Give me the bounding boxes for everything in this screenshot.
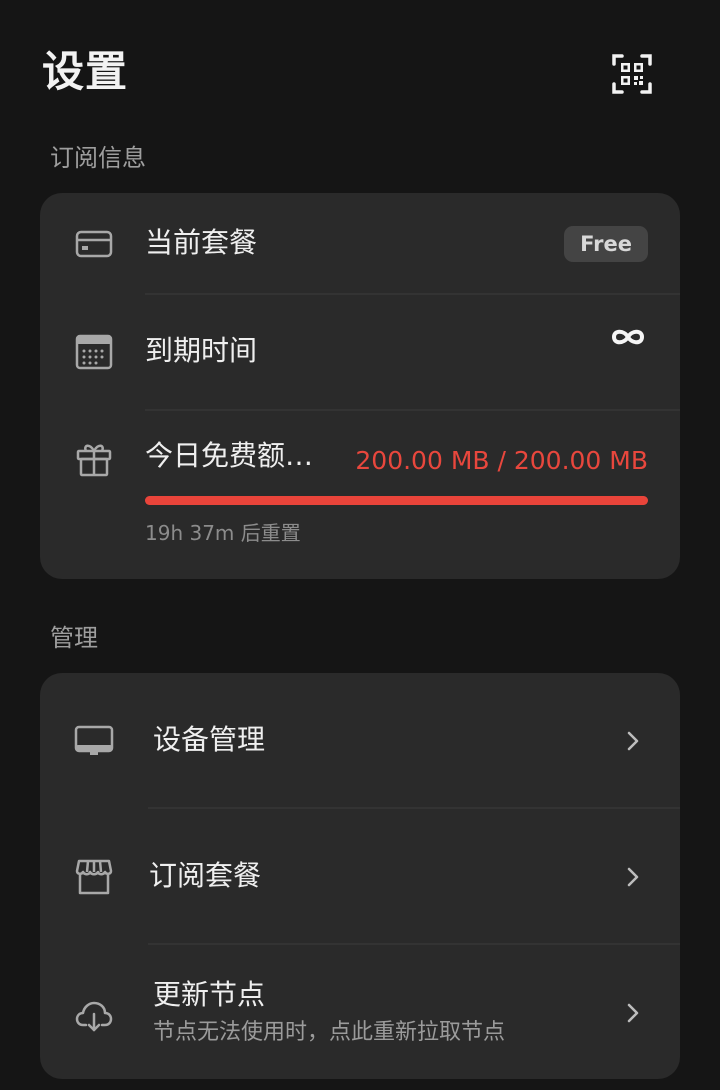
quota-progress-bar [145,496,648,505]
daily-quota-label: 今日免费额… [145,439,314,472]
menu-item-update-nodes[interactable]: 更新节点 节点无法使用时，点此重新拉取节点 [40,945,680,1079]
menu-item-sublabel: 节点无法使用时，点此重新拉取节点 [153,1020,506,1045]
cloud-download-icon [75,1001,113,1032]
plan-badge: Free [564,226,648,262]
qr-scan-icon [612,54,652,94]
quota-progress-fill [145,496,648,505]
store-icon [75,859,113,895]
subscription-card: 当前套餐 Free 到期时间 今日免费额… 200.00 MB / 200.00… [40,193,680,579]
quota-reset-note: 19h 37m 后重置 [145,521,301,545]
page-title: 设置 [42,47,129,96]
menu-item-label: 更新节点 [153,978,266,1011]
expiry-label: 到期时间 [145,334,258,367]
quota-usage-value: 200.00 MB / 200.00 MB [355,446,648,475]
chevron-right-icon [627,731,639,751]
menu-item-label: 设备管理 [153,723,266,756]
current-plan-label: 当前套餐 [145,226,258,259]
header: 设置 [0,0,720,140]
expiry-row: 到期时间 [40,295,680,409]
daily-quota-row: 今日免费额… [40,411,680,579]
management-section-label: 管理 [50,624,98,652]
gift-icon [76,444,112,477]
subscription-section-label: 订阅信息 [50,144,146,172]
chevron-right-icon [627,1003,639,1023]
chevron-right-icon [627,867,639,887]
credit-card-icon [75,230,113,258]
menu-item-label: 订阅套餐 [149,859,262,892]
current-plan-row[interactable]: 当前套餐 Free [40,193,680,295]
menu-item-subscription-plans[interactable]: 订阅套餐 [40,809,680,943]
qr-scan-button[interactable] [608,50,656,98]
monitor-icon [74,725,114,755]
infinity-icon [611,329,645,345]
management-card: 设备管理 订阅套餐 更新节点 节点无法使用时，点此重新拉取节点 [40,673,680,1079]
menu-item-device-management[interactable]: 设备管理 [40,673,680,808]
calendar-icon [75,334,113,370]
